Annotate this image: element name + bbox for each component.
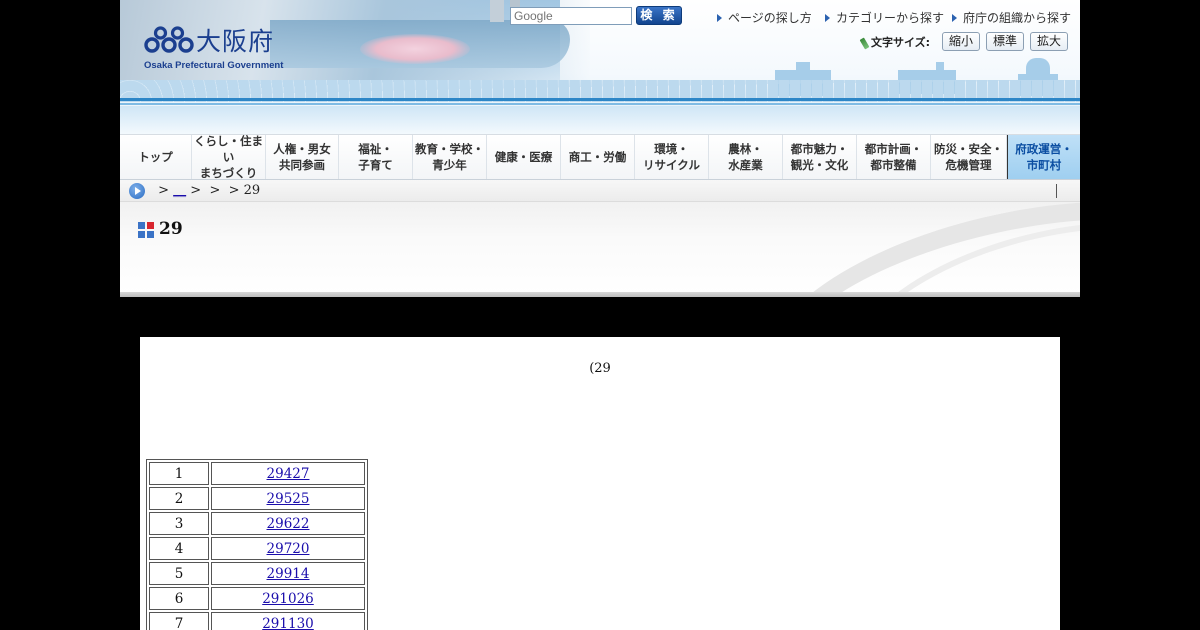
font-size-normal-button[interactable]: 標準 — [986, 32, 1024, 51]
search-input[interactable] — [510, 7, 632, 25]
table-row: 1 29427 — [149, 462, 365, 485]
nav-top[interactable]: トップ — [120, 135, 192, 179]
nav-living[interactable]: くらし・住まい まちづくり — [192, 134, 266, 180]
row-link-cell: 29720 — [211, 537, 365, 560]
table-row: 3 29622 — [149, 512, 365, 535]
row-number: 1 — [149, 462, 209, 485]
global-nav: トップ くらし・住まい まちづくり 人権・男女 共同参画 福祉・ 子育て 教育・… — [120, 134, 1080, 180]
breadcrumb-trail: > __ > > > 29 — [154, 183, 261, 198]
row-link-cell: 29914 — [211, 562, 365, 585]
osaka-emblem-icon — [144, 26, 194, 53]
page: 大阪府 Osaka Prefectural Government 検 索 ページ… — [0, 0, 1200, 630]
font-size-label: 文字サイズ: — [859, 34, 930, 50]
nav-city-planning[interactable]: 都市計画・ 都市整備 — [857, 135, 931, 179]
breadcrumb-link[interactable]: __ — [173, 183, 186, 198]
row-link[interactable]: 29914 — [267, 566, 310, 582]
page-title: 29 — [159, 219, 183, 239]
nav-human-rights[interactable]: 人権・男女 共同参画 — [266, 135, 339, 179]
nav-welfare[interactable]: 福祉・ 子育て — [339, 135, 413, 179]
logo-text: 大阪府 — [196, 27, 275, 56]
toplink-by-category[interactable]: カテゴリーから探す — [825, 9, 944, 26]
nav-commerce[interactable]: 商工・労働 — [561, 135, 635, 179]
arrow-right-icon — [825, 13, 830, 22]
toplink-how-to-find[interactable]: ページの探し方 — [717, 9, 812, 26]
breadcrumb-divider — [1056, 184, 1057, 198]
search-button[interactable]: 検 索 — [636, 6, 682, 25]
row-link[interactable]: 291130 — [262, 616, 314, 630]
logo-subtitle: Osaka Prefectural Government — [144, 60, 284, 71]
breadcrumb: > __ > > > 29 — [120, 180, 1080, 202]
row-number: 5 — [149, 562, 209, 585]
home-arrow-icon[interactable] — [129, 183, 145, 199]
table-row: 4 29720 — [149, 537, 365, 560]
arrow-right-icon — [717, 13, 722, 22]
nav-education[interactable]: 教育・学校・ 青少年 — [413, 135, 487, 179]
row-link-cell: 29525 — [211, 487, 365, 510]
row-link[interactable]: 29525 — [267, 491, 310, 507]
row-number: 6 — [149, 587, 209, 610]
title-squares-icon — [138, 222, 154, 238]
schedule-table: 1 29427 2 29525 3 29622 4 29720 5 29914 6 291026 7 29… — [146, 459, 368, 630]
row-link[interactable]: 29622 — [267, 516, 310, 532]
content-heading: (29 — [589, 361, 611, 376]
nav-health[interactable]: 健康・医療 — [487, 135, 561, 179]
table-row: 6 291026 — [149, 587, 365, 610]
row-link-cell: 29427 — [211, 462, 365, 485]
table-row: 5 29914 — [149, 562, 365, 585]
row-number: 3 — [149, 512, 209, 535]
font-size-small-button[interactable]: 縮小 — [942, 32, 980, 51]
title-band: 29 — [120, 202, 1080, 294]
main-content: (29 1 29427 2 29525 3 29622 4 29720 5 29914 6 29102… — [140, 337, 1060, 630]
nav-administration[interactable]: 府政運営・ 市町村 — [1007, 135, 1080, 179]
nav-environment[interactable]: 環境・ リサイクル — [635, 135, 709, 179]
row-link[interactable]: 291026 — [262, 591, 314, 607]
arrow-right-icon — [952, 13, 957, 22]
toplink-by-organization[interactable]: 府庁の組織から探す — [952, 9, 1071, 26]
title-band-border — [120, 292, 1080, 297]
row-number: 4 — [149, 537, 209, 560]
nav-tourism[interactable]: 都市魅力・ 観光・文化 — [783, 135, 857, 179]
font-size-large-button[interactable]: 拡大 — [1030, 32, 1068, 51]
nav-agriculture[interactable]: 農林・ 水産業 — [709, 135, 783, 179]
row-number: 2 — [149, 487, 209, 510]
row-link-cell: 291026 — [211, 587, 365, 610]
row-link[interactable]: 29427 — [267, 466, 310, 482]
row-link-cell: 29622 — [211, 512, 365, 535]
table-row: 2 29525 — [149, 487, 365, 510]
row-number: 7 — [149, 612, 209, 630]
row-link[interactable]: 29720 — [267, 541, 310, 557]
osaka-logo[interactable]: 大阪府 Osaka Prefectural Government — [144, 22, 284, 74]
row-link-cell: 291130 — [211, 612, 365, 630]
pencil-icon — [859, 36, 870, 50]
nav-disaster[interactable]: 防災・安全・ 危機管理 — [931, 135, 1007, 179]
table-row: 7 291130 — [149, 612, 365, 630]
